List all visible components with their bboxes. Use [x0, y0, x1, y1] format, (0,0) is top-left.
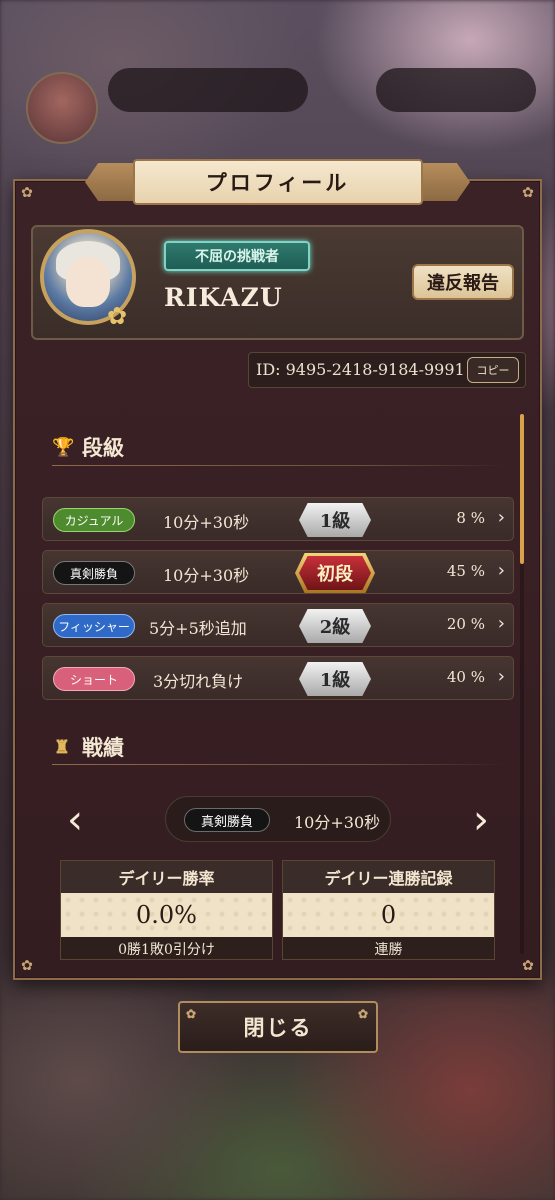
stat-title: デイリー勝率: [61, 861, 272, 893]
stat-value: 0: [283, 893, 494, 937]
rank-row-short[interactable]: ショート 3分切れ負け 1級 40 % ›: [42, 656, 514, 700]
mode-pill: 真剣勝負: [184, 808, 270, 832]
username: RIKAZU: [164, 283, 283, 312]
daily-win-rate-box: デイリー勝率 0.0% 0勝1敗0引分け: [60, 860, 273, 960]
time-control: 10分+30秒: [163, 513, 250, 532]
daily-streak-box: デイリー連勝記録 0 連勝: [282, 860, 495, 960]
rank-progress: 40 %: [446, 668, 485, 686]
player-id: ID: 9495-2418-9184-9991: [256, 360, 465, 379]
title-badge: 不屈の挑戦者: [164, 241, 310, 271]
chevron-right-icon[interactable]: ›: [466, 800, 496, 840]
mode-pill: カジュアル: [53, 508, 135, 532]
corner-ornament-icon: ✿: [522, 185, 534, 201]
corner-ornament-icon: ✿: [522, 958, 534, 974]
stat-detail: 0勝1敗0引分け: [118, 942, 215, 958]
flower-icon: ✿: [106, 302, 128, 330]
rank-row-serious[interactable]: 真剣勝負 10分+30秒 初段 45 % ›: [42, 550, 514, 594]
ranks-heading: 🏆 段級: [52, 432, 124, 462]
rank-progress: 8 %: [456, 509, 485, 527]
flower-icon: ✿: [357, 1007, 370, 1021]
time-control: 3分切れ負け: [153, 672, 244, 691]
close-button-label: 閉じる: [243, 1015, 313, 1040]
chevron-right-icon: ›: [497, 507, 505, 528]
dialog-title: プロフィール: [132, 159, 423, 205]
ranks-heading-label: 段級: [82, 435, 124, 460]
chevron-left-icon[interactable]: ‹: [60, 800, 90, 840]
flower-icon: ✿: [186, 1007, 199, 1021]
corner-ornament-icon: ✿: [21, 185, 33, 201]
background-name-bar: [108, 68, 308, 112]
record-mode-selector: 真剣勝負 10分+30秒: [165, 796, 391, 842]
corner-ornament-icon: ✿: [21, 958, 33, 974]
divider: [52, 465, 507, 466]
mode-pill: 真剣勝負: [53, 561, 135, 585]
rank-progress: 20 %: [446, 615, 485, 633]
shogi-piece-icon: ♜: [53, 736, 71, 758]
time-control: 10分+30秒: [294, 813, 381, 832]
dialog-title-plate: プロフィール: [85, 157, 470, 207]
trophy-icon: 🏆: [52, 436, 75, 458]
chevron-right-icon: ›: [497, 613, 505, 634]
time-control: 10分+30秒: [163, 566, 250, 585]
close-button[interactable]: ✿ 閉じる ✿: [178, 1001, 378, 1053]
scrollbar-thumb[interactable]: [520, 414, 524, 564]
report-button[interactable]: 違反報告: [412, 264, 514, 300]
mode-pill: フィッシャー: [53, 614, 135, 638]
rank-row-casual[interactable]: カジュアル 10分+30秒 1級 8 % ›: [42, 497, 514, 541]
stat-title: デイリー連勝記録: [283, 861, 494, 893]
divider: [52, 764, 507, 765]
rank-badge: 初段: [299, 556, 371, 590]
stat-value: 0.0%: [61, 893, 272, 937]
rank-badge: 1級: [299, 662, 371, 696]
copy-id-button[interactable]: コピー: [467, 357, 519, 383]
mode-pill: ショート: [53, 667, 135, 691]
rank-badge: 1級: [299, 503, 371, 537]
stat-detail: 連勝: [374, 942, 403, 958]
rank-row-fischer[interactable]: フィッシャー 5分+5秒追加 2級 20 % ›: [42, 603, 514, 647]
time-control: 5分+5秒追加: [149, 619, 247, 638]
background-currency-bar: [376, 68, 536, 112]
rank-progress: 45 %: [446, 562, 485, 580]
background-player-avatar: [26, 72, 98, 144]
chevron-right-icon: ›: [497, 560, 505, 581]
records-heading-label: 戦績: [82, 735, 124, 760]
chevron-right-icon: ›: [497, 666, 505, 687]
rank-badge: 2級: [299, 609, 371, 643]
records-heading: ♜ 戦績: [52, 732, 124, 762]
